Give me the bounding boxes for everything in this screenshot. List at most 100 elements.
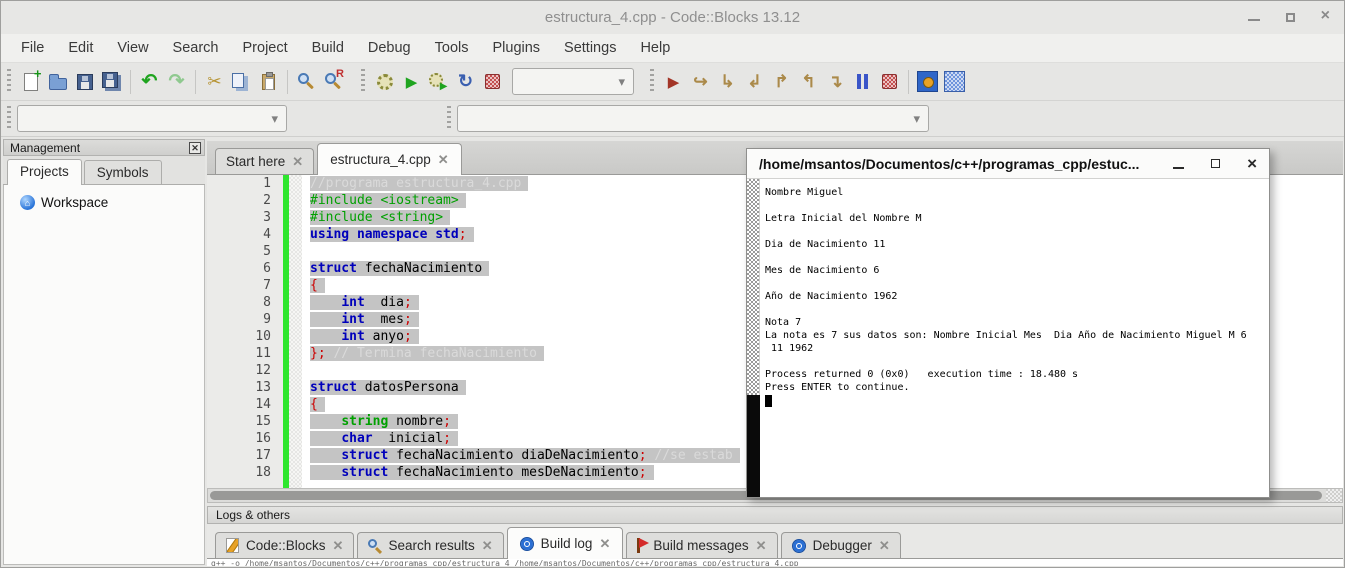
build-messages-icon xyxy=(637,538,640,553)
logs-tab-search-results[interactable]: Search results ✕ xyxy=(357,532,503,558)
console-line: Letra Inicial del Nombre M xyxy=(765,212,1267,225)
build-target-select[interactable] xyxy=(512,68,634,95)
run-to-cursor-icon[interactable] xyxy=(687,68,714,96)
paste-icon[interactable] xyxy=(255,68,282,96)
menu-item-search[interactable]: Search xyxy=(161,35,231,61)
debugging-windows-icon[interactable] xyxy=(914,68,941,96)
next-line-icon[interactable] xyxy=(714,68,741,96)
copy-icon[interactable] xyxy=(228,68,255,96)
symbol-combo[interactable] xyxy=(457,105,929,132)
fold-margin[interactable] xyxy=(289,175,302,488)
code-segment: int xyxy=(341,295,364,310)
rebuild-icon[interactable] xyxy=(452,68,479,96)
step-into-icon[interactable] xyxy=(741,68,768,96)
build-and-run-icon[interactable] xyxy=(425,68,452,96)
toolbar-grip[interactable] xyxy=(447,106,451,131)
build-icon[interactable] xyxy=(371,68,398,96)
step-into-instruction-icon[interactable] xyxy=(822,68,849,96)
management-caption[interactable]: Management ✕ xyxy=(3,139,205,156)
console-line xyxy=(765,303,1267,316)
console-maximize-icon[interactable] xyxy=(1211,159,1220,168)
logs-tab-build-log[interactable]: Build log✕ xyxy=(507,527,624,559)
console-scrollbar-thumb[interactable] xyxy=(747,395,760,497)
tab-close-icon[interactable]: ✕ xyxy=(292,157,303,167)
stop-debugger-icon[interactable] xyxy=(876,68,903,96)
code-segment: string xyxy=(341,414,388,429)
console-titlebar[interactable]: /home/msantos/Documentos/c++/programas_c… xyxy=(747,149,1269,179)
code-segment: struct xyxy=(341,448,388,463)
redo-icon[interactable] xyxy=(163,68,190,96)
logs-tab-label: Code::Blocks xyxy=(246,538,326,553)
next-instruction-icon[interactable] xyxy=(795,68,822,96)
tab-symbols[interactable]: Symbols xyxy=(84,160,162,184)
menu-item-project[interactable]: Project xyxy=(231,35,300,61)
toolbar-grip[interactable] xyxy=(7,106,11,131)
menu-item-edit[interactable]: Edit xyxy=(56,35,105,61)
menu-item-build[interactable]: Build xyxy=(300,35,356,61)
maximize-icon[interactable] xyxy=(1286,13,1295,22)
debug-continue-icon[interactable] xyxy=(660,68,687,96)
replace-icon[interactable] xyxy=(320,68,347,96)
menu-item-settings[interactable]: Settings xyxy=(552,35,628,61)
find-icon[interactable] xyxy=(293,68,320,96)
toolbar-grip[interactable] xyxy=(361,69,365,94)
toolbar-separator xyxy=(195,70,196,94)
minimize-icon[interactable] xyxy=(1248,19,1260,21)
logs-caption[interactable]: Logs & others xyxy=(207,506,1343,524)
editor-tab-start-here[interactable]: Start here✕ xyxy=(215,148,314,174)
selected-text: int dia; xyxy=(310,295,419,310)
management-tabs: ProjectsSymbols xyxy=(3,156,205,185)
menu-item-help[interactable]: Help xyxy=(628,35,682,61)
tab-close-icon[interactable]: ✕ xyxy=(482,541,493,551)
console-line: Nombre Miguel xyxy=(765,186,1267,199)
project-tree[interactable]: ⌂Workspace xyxy=(3,185,205,565)
open-file-icon[interactable] xyxy=(44,68,71,96)
menu-item-plugins[interactable]: Plugins xyxy=(480,35,552,61)
logs-tab-debugger[interactable]: Debugger✕ xyxy=(781,532,901,558)
run-icon[interactable] xyxy=(398,68,425,96)
code-segment xyxy=(310,431,341,446)
various-info-icon[interactable] xyxy=(941,68,968,96)
save-all-icon[interactable] xyxy=(98,68,125,96)
menu-item-tools[interactable]: Tools xyxy=(423,35,481,61)
tab-close-icon[interactable]: ✕ xyxy=(599,539,610,549)
console-line: Press ENTER to continue. xyxy=(765,381,1267,394)
tab-close-icon[interactable]: ✕ xyxy=(438,155,449,165)
titlebar[interactable]: estructura_4.cpp - Code::Blocks 13.12 × xyxy=(1,1,1344,34)
logs-tab-label: Search results xyxy=(388,538,474,553)
abort-build-icon[interactable] xyxy=(479,68,506,96)
close-icon[interactable]: × xyxy=(1321,10,1330,22)
toolbar-grip[interactable] xyxy=(7,69,11,94)
tab-close-icon[interactable]: ✕ xyxy=(879,541,890,551)
line-number: 14 xyxy=(207,396,271,413)
toolbar-grip[interactable] xyxy=(650,69,654,94)
tree-item-workspace[interactable]: ⌂Workspace xyxy=(20,195,204,210)
code-segment: char xyxy=(341,431,372,446)
tab-projects[interactable]: Projects xyxy=(7,159,82,185)
editor-tab-estructura-4-cpp[interactable]: estructura_4.cpp✕ xyxy=(317,143,461,175)
menu-item-view[interactable]: View xyxy=(105,35,160,61)
tab-close-icon[interactable]: ✕ xyxy=(333,541,344,551)
logs-tab-build-messages[interactable]: Build messages✕ xyxy=(626,532,777,558)
close-panel-icon[interactable]: ✕ xyxy=(189,142,201,154)
console-minimize-icon[interactable] xyxy=(1173,167,1184,169)
menu-item-debug[interactable]: Debug xyxy=(356,35,423,61)
undo-icon[interactable] xyxy=(136,68,163,96)
code-segment: anyo xyxy=(365,329,404,344)
code-segment: // Termina fechaNacimiento xyxy=(326,346,537,361)
console-line xyxy=(765,225,1267,238)
console-body[interactable]: Nombre MiguelLetra Inicial del Nombre MD… xyxy=(747,179,1269,497)
new-file-icon[interactable] xyxy=(17,68,44,96)
cut-icon[interactable] xyxy=(201,68,228,96)
save-file-icon[interactable] xyxy=(71,68,98,96)
console-line: Process returned 0 (0x0) execution time … xyxy=(765,368,1267,381)
menu-item-file[interactable]: File xyxy=(9,35,56,61)
step-out-icon[interactable] xyxy=(768,68,795,96)
break-debugger-icon[interactable] xyxy=(849,68,876,96)
scope-combo[interactable] xyxy=(17,105,287,132)
logs-tab-code-blocks[interactable]: Code::Blocks ✕ xyxy=(215,532,354,558)
console-close-icon[interactable]: × xyxy=(1247,158,1257,170)
code-segment: #include <iostream> xyxy=(310,193,459,208)
tab-close-icon[interactable]: ✕ xyxy=(756,541,767,551)
code-segment: ; xyxy=(443,414,451,429)
